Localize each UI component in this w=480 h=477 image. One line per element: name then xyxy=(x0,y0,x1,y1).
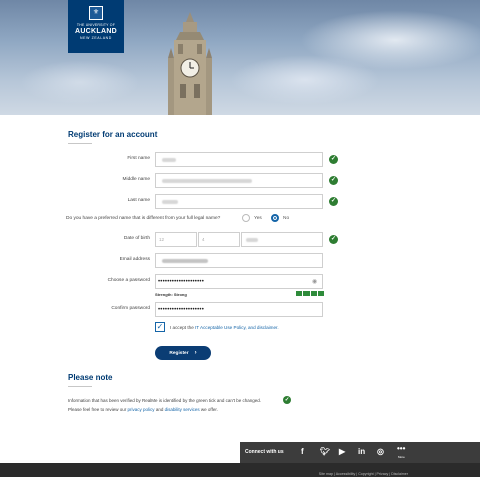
dob-year-input[interactable] xyxy=(241,232,323,247)
note-line2-suffix: we offer. xyxy=(200,407,218,412)
email-input[interactable] xyxy=(155,253,323,268)
confirm-password-input[interactable]: •••••••••••••••••••• xyxy=(155,302,323,317)
social-bar: Connect with us f 🐦︎ ▶ in ◎ ••• More xyxy=(240,442,480,463)
dob-day-input[interactable]: 12 xyxy=(155,232,197,247)
note-line2-middle: and xyxy=(155,407,164,412)
crest-icon: ⚜ xyxy=(89,6,103,20)
more-icon[interactable]: ••• xyxy=(397,444,405,453)
university-logo[interactable]: ⚜ THE UNIVERSITY OF AUCKLAND NEW ZEALAND xyxy=(68,0,124,53)
first-name-input[interactable] xyxy=(155,152,323,167)
last-name-row: Last name ✓ xyxy=(0,194,480,210)
dob-day-value: 12 xyxy=(159,237,165,242)
register-button[interactable]: Register › xyxy=(155,346,211,360)
accept-prefix: I accept the xyxy=(170,325,194,330)
register-button-label: Register xyxy=(169,351,189,356)
email-row: Email address xyxy=(0,253,480,269)
note-line2: Please feel free to review our privacy p… xyxy=(68,407,218,412)
preferred-yes-radio[interactable] xyxy=(242,214,250,222)
title-rule xyxy=(68,143,92,144)
disability-services-link[interactable]: disability services xyxy=(165,407,200,412)
twitter-icon[interactable]: 🐦︎ xyxy=(320,447,330,456)
note-rule xyxy=(68,386,92,387)
note-title: Please note xyxy=(68,373,113,382)
accept-text: I accept the IT Acceptable Use Policy, a… xyxy=(170,325,279,330)
dob-month-input[interactable]: 4 xyxy=(198,232,240,247)
first-name-label: First name xyxy=(127,156,150,161)
accept-checkbox[interactable]: ✓ xyxy=(155,322,165,332)
facebook-icon[interactable]: f xyxy=(301,447,304,456)
confirm-password-label: Confirm password xyxy=(111,306,150,311)
page-title: Register for an account xyxy=(68,130,158,139)
last-name-label: Last name xyxy=(127,198,150,203)
youtube-icon[interactable]: ▶ xyxy=(339,447,345,456)
strength-label: Strength: Strong xyxy=(155,292,187,297)
middle-name-row: Middle name ✓ xyxy=(0,173,480,189)
dob-row: Date of birth xyxy=(0,232,480,248)
verified-check-icon: ✓ xyxy=(329,176,338,185)
connect-label: Connect with us xyxy=(245,449,284,455)
dob-month-value: 4 xyxy=(202,237,205,242)
strength-meter xyxy=(296,291,324,296)
last-name-input[interactable] xyxy=(155,194,323,209)
password-value: •••••••••••••••••••• xyxy=(158,279,205,285)
verified-check-icon: ✓ xyxy=(283,396,291,404)
logo-line2: AUCKLAND xyxy=(74,28,118,35)
preferred-no-radio[interactable] xyxy=(271,214,279,222)
preferred-yes-label: Yes xyxy=(254,216,262,221)
linkedin-icon[interactable]: in xyxy=(358,447,365,456)
preferred-name-question: Do you have a preferred name that is dif… xyxy=(66,216,221,221)
chevron-right-icon: › xyxy=(194,350,197,356)
password-row: Choose a password •••••••••••••••••••• ◉ xyxy=(0,274,480,290)
note-line1: Information that has been verified by Re… xyxy=(68,398,261,403)
note-line2-prefix: Please feel free to review our xyxy=(68,407,127,412)
verified-check-icon: ✓ xyxy=(329,235,338,244)
password-input[interactable]: •••••••••••••••••••• ◉ xyxy=(155,274,323,289)
logo-line3: NEW ZEALAND xyxy=(80,36,112,40)
password-label: Choose a password xyxy=(107,278,150,283)
preferred-no-label: No xyxy=(283,216,290,221)
middle-name-input[interactable] xyxy=(155,173,323,188)
privacy-policy-link[interactable]: privacy policy xyxy=(128,407,155,412)
verified-check-icon: ✓ xyxy=(329,155,338,164)
dob-label: Date of birth xyxy=(123,236,150,241)
first-name-row: First name ✓ xyxy=(0,152,480,168)
footer xyxy=(0,463,480,477)
email-label: Email address xyxy=(119,257,150,262)
acceptable-use-policy-link[interactable]: IT Acceptable Use Policy, and disclaimer… xyxy=(195,325,279,330)
show-password-eye-icon[interactable]: ◉ xyxy=(312,278,317,285)
clock-tower-image xyxy=(168,12,212,115)
footer-links[interactable]: Site map | Accessibility | Copyright | P… xyxy=(319,472,408,476)
middle-name-label: Middle name xyxy=(122,177,150,182)
header-banner: ⚜ THE UNIVERSITY OF AUCKLAND NEW ZEALAND xyxy=(0,0,480,115)
confirm-password-value: •••••••••••••••••••• xyxy=(158,307,205,313)
confirm-password-row: Confirm password •••••••••••••••••••• xyxy=(0,302,480,318)
instagram-icon[interactable]: ◎ xyxy=(377,447,384,456)
more-label: More xyxy=(398,455,405,459)
verified-check-icon: ✓ xyxy=(329,197,338,206)
